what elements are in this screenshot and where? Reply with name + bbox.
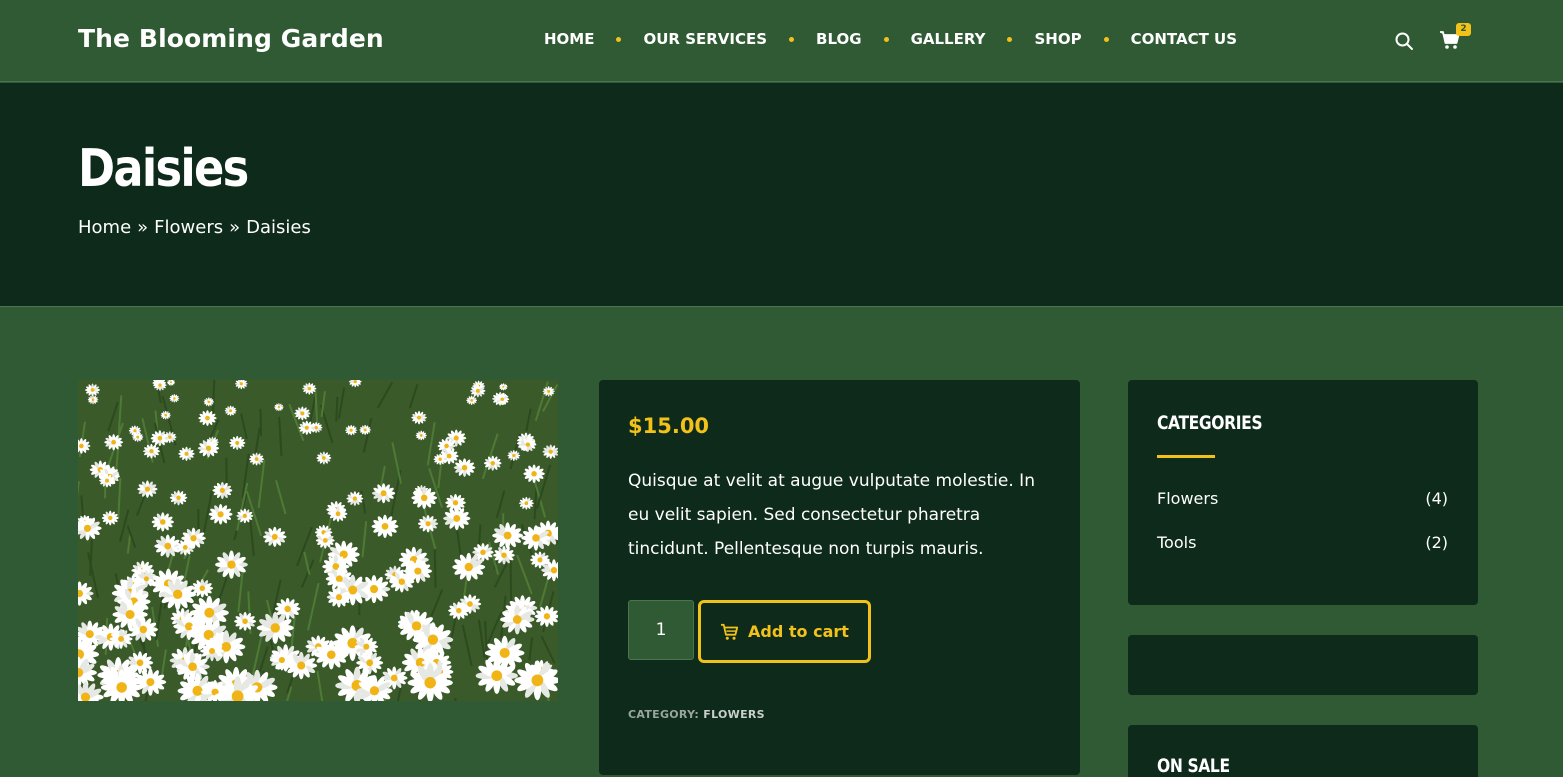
category-item: Flowers (4) [1157, 486, 1448, 510]
categories-title: CATEGORIES [1157, 412, 1263, 434]
breadcrumb: Home » Flowers » Daisies [78, 217, 311, 238]
quantity-input[interactable] [628, 600, 694, 660]
main-nav: HOME OUR SERVICES BLOG GALLERY SHOP CONT… [544, 29, 1237, 49]
add-to-cart-label: Add to cart [748, 622, 849, 641]
product-price: $15.00 [628, 414, 710, 438]
search-icon[interactable] [1394, 31, 1414, 51]
nav-separator-dot [789, 36, 795, 42]
nav-separator-dot [1103, 36, 1109, 42]
cart-icon [721, 623, 739, 640]
category-count: (4) [1425, 488, 1448, 508]
title-underline [1157, 455, 1215, 458]
add-to-cart-button[interactable]: Add to cart [698, 600, 871, 663]
product-meta: CATEGORY: FLOWERS [628, 708, 765, 721]
nav-item-gallery[interactable]: GALLERY [911, 30, 986, 48]
breadcrumb-separator: » [229, 217, 241, 238]
breadcrumb-current: Daisies [246, 217, 311, 238]
category-link[interactable]: FLOWERS [703, 708, 765, 721]
product-summary: $15.00 Quisque at velit at augue vulputa… [599, 380, 1080, 775]
header-icons: 2 [1392, 23, 1482, 54]
cart-count-badge: 2 [1456, 23, 1471, 36]
category-link-flowers[interactable]: Flowers [1157, 489, 1218, 508]
empty-widget [1128, 635, 1478, 695]
category-count: (2) [1425, 532, 1448, 552]
nav-item-shop[interactable]: SHOP [1034, 30, 1081, 48]
breadcrumb-flowers[interactable]: Flowers [154, 217, 223, 238]
site-header: The Blooming Garden HOME OUR SERVICES BL… [0, 0, 1563, 82]
category-item: Tools (2) [1157, 530, 1448, 554]
nav-item-home[interactable]: HOME [544, 30, 594, 48]
nav-separator-dot [616, 36, 622, 42]
page-title: Daisies [78, 139, 249, 199]
nav-item-blog[interactable]: BLOG [816, 30, 862, 48]
on-sale-widget: ON SALE [1128, 725, 1478, 777]
nav-item-contact-us[interactable]: CONTACT US [1131, 30, 1237, 48]
nav-item-our-services[interactable]: OUR SERVICES [643, 30, 767, 48]
nav-separator-dot [883, 36, 889, 42]
category-label: CATEGORY: [628, 708, 700, 721]
breadcrumb-separator: » [137, 217, 149, 238]
product-image[interactable] [78, 380, 558, 701]
site-title[interactable]: The Blooming Garden [78, 24, 384, 53]
product-description: Quisque at velit at augue vulputate mole… [628, 471, 1035, 559]
categories-widget: CATEGORIES Flowers (4) Tools (2) [1128, 380, 1478, 605]
daisy-field-image [78, 380, 558, 701]
breadcrumb-home[interactable]: Home [78, 217, 131, 238]
nav-separator-dot [1007, 36, 1013, 42]
category-link-tools[interactable]: Tools [1157, 533, 1196, 552]
on-sale-title: ON SALE [1157, 755, 1230, 777]
page-hero: Daisies Home » Flowers » Daisies [0, 83, 1563, 307]
